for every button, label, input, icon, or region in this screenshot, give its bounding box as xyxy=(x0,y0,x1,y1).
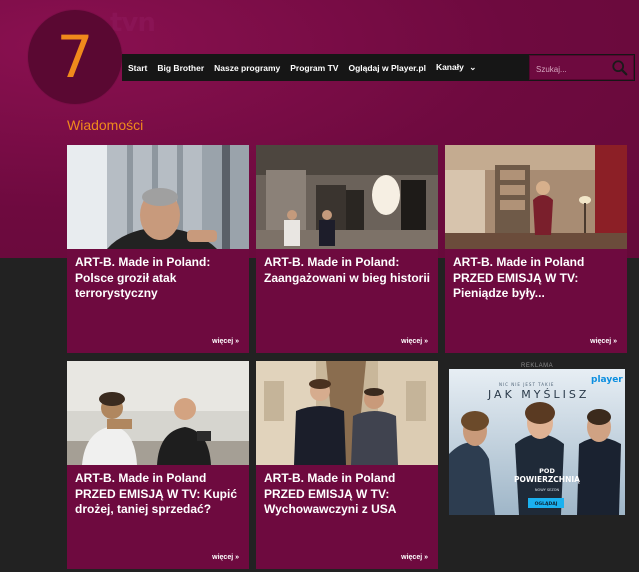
nav-item-start[interactable]: Start xyxy=(128,63,147,73)
article-card[interactable]: ART-B. Made in Poland PRZED EMISJĄ W TV:… xyxy=(67,361,249,569)
article-card[interactable]: ART-B. Made in Poland: Polsce groził ata… xyxy=(67,145,249,353)
article-thumbnail[interactable] xyxy=(256,145,438,249)
article-thumbnail[interactable] xyxy=(67,361,249,465)
nav-item-program-tv[interactable]: Program TV xyxy=(290,63,338,73)
search-input[interactable] xyxy=(534,60,608,78)
section-title: Wiadomości xyxy=(67,117,144,133)
read-more-link[interactable]: więcej » xyxy=(212,338,239,345)
read-more-link[interactable]: więcej » xyxy=(590,338,617,345)
ad-banner[interactable]: NIC NIE JEST TAKIE JAK MYŚLISZ player PO… xyxy=(449,369,625,515)
article-thumbnail[interactable] xyxy=(445,145,627,249)
chevron-down-icon: ⌄ xyxy=(469,62,477,72)
read-more-link[interactable]: więcej » xyxy=(401,338,428,345)
article-card[interactable]: ART-B. Made in Poland: Zaangażowani w bi… xyxy=(256,145,438,353)
ad-cta-label: OGLĄDAJ xyxy=(535,501,558,507)
nav-item-big-brother[interactable]: Big Brother xyxy=(157,63,204,73)
nav-item-player[interactable]: Oglądaj w Player.pl xyxy=(348,63,425,73)
article-card[interactable]: ART-B. Made in Poland PRZED EMISJĄ W TV:… xyxy=(256,361,438,569)
article-title[interactable]: ART-B. Made in Poland PRZED EMISJĄ W TV:… xyxy=(453,255,621,302)
article-title[interactable]: ART-B. Made in Poland PRZED EMISJĄ W TV:… xyxy=(264,471,432,518)
article-card[interactable]: ART-B. Made in Poland PRZED EMISJĄ W TV:… xyxy=(445,145,627,353)
ad-show-subtitle: NOWY SEZON xyxy=(535,488,560,492)
read-more-link[interactable]: więcej » xyxy=(212,554,239,561)
article-title[interactable]: ART-B. Made in Poland: Polsce groził ata… xyxy=(75,255,243,302)
search-icon[interactable] xyxy=(611,59,629,77)
ad-show-title-2: POWIERZCHNIĄ xyxy=(514,475,580,484)
search-box xyxy=(529,55,634,80)
logo-text: tvn xyxy=(110,8,156,38)
article-thumbnail[interactable] xyxy=(67,145,249,249)
read-more-link[interactable]: więcej » xyxy=(401,554,428,561)
nav-item-nasze-programy[interactable]: Nasze programy xyxy=(214,63,280,73)
ad-brand: player xyxy=(591,375,623,385)
logo-number: 7 xyxy=(56,23,94,91)
nav-item-kanaly-label: Kanały xyxy=(435,62,464,72)
article-title[interactable]: ART-B. Made in Poland PRZED EMISJĄ W TV:… xyxy=(75,471,243,518)
article-title[interactable]: ART-B. Made in Poland: Zaangażowani w bi… xyxy=(264,255,432,286)
tvn7-logo[interactable]: 7 xyxy=(28,10,122,104)
nav-item-kanaly[interactable]: Kanały ⌄ xyxy=(436,62,476,73)
ad-headline: JAK MYŚLISZ xyxy=(487,388,589,401)
article-thumbnail[interactable] xyxy=(256,361,438,465)
ad-show-title-1: POD xyxy=(539,467,555,475)
ad-tagline: NIC NIE JEST TAKIE xyxy=(499,382,554,387)
